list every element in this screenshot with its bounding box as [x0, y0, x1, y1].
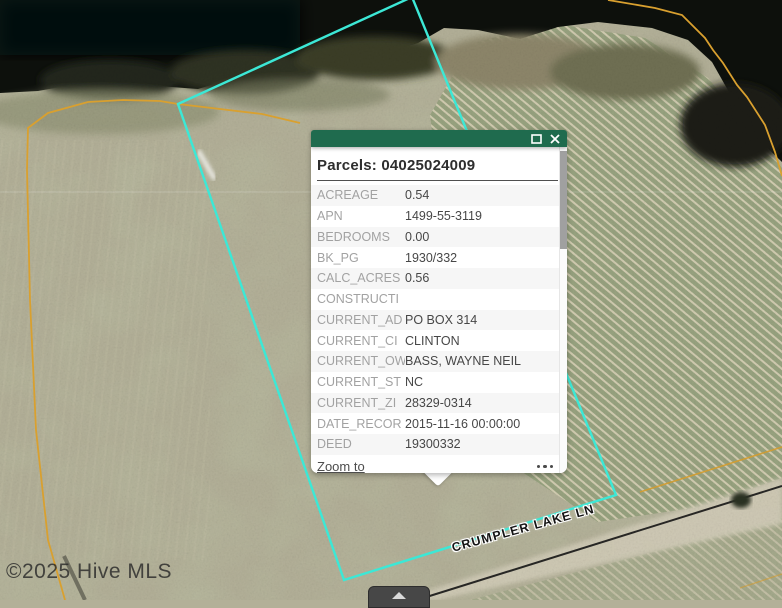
parcel-popup: Parcels: 04025024009 ACREAGE 0.54 APN 14…: [311, 130, 567, 473]
attribute-label: APN: [317, 209, 405, 223]
attribute-label: CURRENT_AD: [317, 313, 405, 327]
attribute-row: DATE_RECOR 2015-11-16 00:00:00: [311, 413, 559, 434]
zoom-to-link[interactable]: Zoom to: [317, 459, 365, 474]
attribute-value: 0.56: [405, 271, 429, 285]
attribute-row: CURRENT_CI CLINTON: [311, 330, 559, 351]
attribute-label: BEDROOMS: [317, 230, 405, 244]
attribute-label: ACREAGE: [317, 188, 405, 202]
attribute-table: ACREAGE 0.54 APN 1499-55-3119 BEDROOMS 0…: [311, 185, 559, 455]
attribute-value: BASS, WAYNE NEIL: [405, 354, 521, 368]
attribute-label: CURRENT_ZI: [317, 396, 405, 410]
attribute-value: NC: [405, 375, 423, 389]
attribute-row: CURRENT_ZI 28329-0314: [311, 393, 559, 414]
popup-title: Parcels: 04025024009: [311, 147, 567, 174]
attribute-row: DEED 19300332: [311, 434, 559, 455]
attribute-value: 19300332: [405, 437, 461, 451]
close-icon[interactable]: [550, 134, 560, 144]
attribute-label: DATE_RECOR: [317, 417, 405, 431]
attribute-row: CURRENT_OW BASS, WAYNE NEIL: [311, 351, 559, 372]
attribute-label: DEED: [317, 437, 405, 451]
attribute-row: APN 1499-55-3119: [311, 206, 559, 227]
popup-body: Parcels: 04025024009 ACREAGE 0.54 APN 14…: [311, 147, 567, 473]
expand-panel-button[interactable]: [368, 586, 430, 608]
attribute-value: 2015-11-16 00:00:00: [405, 417, 520, 431]
attribute-label: CALC_ACRES: [317, 271, 405, 285]
attribute-row: CURRENT_ST NC: [311, 372, 559, 393]
attribute-row: BK_PG 1930/332: [311, 247, 559, 268]
mls-watermark: ©2025 Hive MLS: [6, 560, 172, 584]
maximize-icon[interactable]: [531, 134, 542, 144]
attribute-value: 28329-0314: [405, 396, 472, 410]
chevron-up-icon: [392, 592, 406, 599]
popup-footer: Zoom to: [311, 455, 567, 474]
attribute-value: 0.54: [405, 188, 429, 202]
attribute-value: 1930/332: [405, 251, 457, 265]
attribute-value: 0.00: [405, 230, 429, 244]
attribute-label: CURRENT_CI: [317, 334, 405, 348]
attribute-row: ACREAGE 0.54: [311, 185, 559, 206]
attribute-value: 1499-55-3119: [405, 209, 482, 223]
attribute-value: PO BOX 314: [405, 313, 477, 327]
popup-scrollbar[interactable]: [559, 147, 567, 473]
attribute-value: CLINTON: [405, 334, 460, 348]
attribute-row: CONSTRUCTI: [311, 289, 559, 310]
attribute-row: CALC_ACRES 0.56: [311, 268, 559, 289]
attribute-label: CONSTRUCTI: [317, 292, 405, 306]
attribute-label: CURRENT_ST: [317, 375, 405, 389]
attribute-label: BK_PG: [317, 251, 405, 265]
attribute-label: CURRENT_OW: [317, 354, 405, 368]
title-divider: [317, 180, 558, 181]
popup-header[interactable]: [311, 130, 567, 147]
attribute-row: CURRENT_AD PO BOX 314: [311, 310, 559, 331]
attribute-row: BEDROOMS 0.00: [311, 227, 559, 248]
popup-scrollbar-thumb[interactable]: [560, 151, 567, 249]
ellipsis-icon[interactable]: [537, 461, 554, 473]
